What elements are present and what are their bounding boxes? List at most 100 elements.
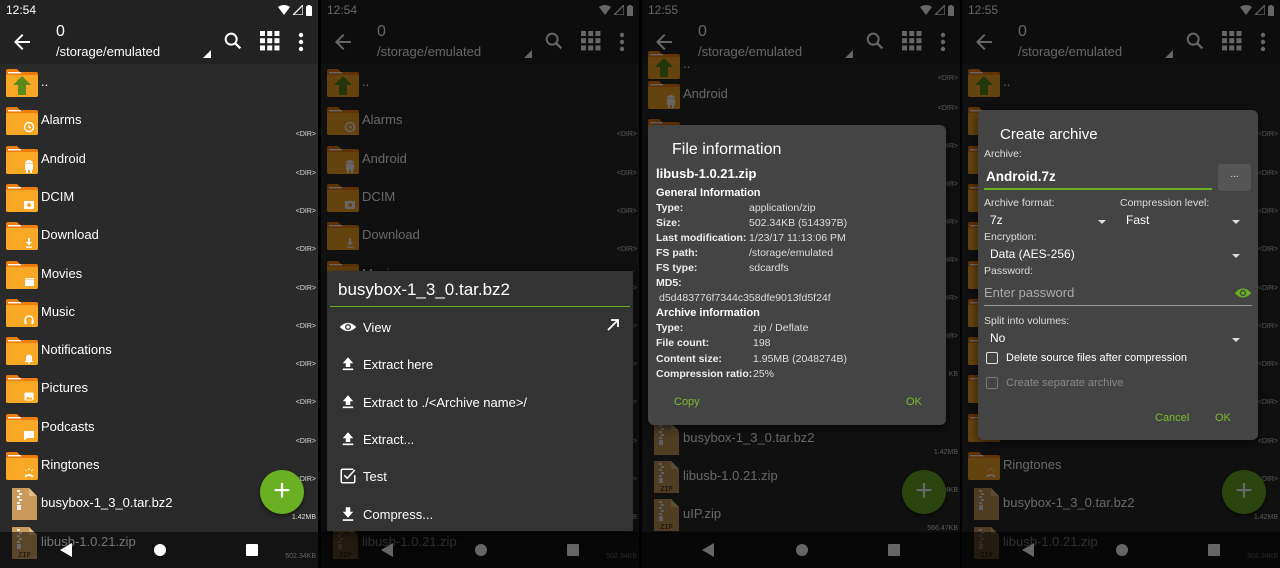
up-folder-icon [5, 68, 39, 98]
separate-archive-checkbox[interactable] [986, 377, 998, 389]
file-list-item[interactable]: Notifications <DIR> [0, 332, 318, 370]
separate-archive-label: Create separate archive [1006, 377, 1124, 389]
add-fab-button[interactable]: + [260, 470, 304, 514]
info-key: Type: [656, 322, 684, 334]
wifi-icon [278, 5, 290, 15]
archive-label: Archive: [984, 148, 1022, 160]
file-list-item[interactable]: .. [0, 64, 318, 102]
info-key: MD5: [656, 277, 682, 289]
extract-icon [339, 393, 357, 411]
path-dropdown-icon[interactable] [203, 50, 211, 58]
extract-icon [339, 355, 357, 373]
info-value: 1.95MB (2048274B) [753, 352, 847, 365]
show-password-eye-icon[interactable] [1234, 286, 1252, 305]
archive-format-select[interactable]: 7z [990, 213, 1106, 231]
selected-value: No [990, 331, 1006, 345]
nav-recents-icon[interactable] [246, 544, 258, 556]
selected-value: Data (AES-256) [990, 247, 1075, 261]
info-key: FS type: [656, 262, 698, 274]
info-value: 502.34KB (514397B) [749, 217, 848, 229]
delete-source-checkbox[interactable] [986, 352, 998, 364]
file-list-item[interactable]: DCIM <DIR> [0, 179, 318, 217]
plus-icon: + [273, 473, 291, 507]
folder-title: 0 [56, 23, 65, 40]
grid-view-icon[interactable] [260, 31, 280, 56]
info-value: application/zip [749, 202, 816, 214]
eye-icon [339, 318, 357, 336]
file-name: Alarms [41, 112, 82, 128]
file-name: Ringtones [41, 457, 100, 472]
menu-item-extract[interactable]: Extract... [327, 420, 633, 457]
password-label: Password: [984, 265, 1034, 277]
menu-item-extract-to-archive-name[interactable]: Extract to ./<Archive name>/ [327, 383, 633, 420]
path-subtitle[interactable]: /storage/emulated [56, 44, 160, 59]
file-list-item[interactable]: Download <DIR> [0, 217, 318, 255]
menu-item-test[interactable]: Test [327, 457, 633, 494]
password-field[interactable] [984, 282, 1252, 306]
file-meta: <DIR> [295, 361, 316, 369]
nav-back-icon[interactable] [60, 543, 72, 557]
dropdown-arrow-icon [1232, 254, 1240, 258]
search-icon[interactable] [222, 30, 244, 57]
copy-button[interactable]: Copy [674, 396, 700, 408]
info-key: Type: [656, 202, 684, 214]
file-name: Android [41, 150, 86, 166]
archive-name-input[interactable]: Android.7z [984, 166, 1212, 190]
compress-icon [339, 505, 357, 523]
md5-value: d5d483776f7344c358dfe9013fd5f24f [659, 292, 831, 304]
extract-icon [339, 430, 357, 448]
encryption-label: Encryption: [984, 231, 1037, 243]
info-key: Compression ratio: [656, 367, 753, 380]
cancel-button[interactable]: Cancel [1155, 412, 1189, 424]
picture-folder-icon [5, 374, 39, 404]
open-external-icon[interactable] [605, 317, 621, 338]
menu-item-label: Test [363, 469, 387, 484]
menu-item-extract-here[interactable]: Extract here [327, 345, 633, 382]
file-list-item[interactable]: Alarms <DIR> [0, 102, 318, 140]
file-meta: <DIR> [295, 399, 316, 407]
archive-info-heading: Archive information [656, 307, 760, 319]
file-name: Pictures [41, 380, 88, 396]
menu-item-label: Extract to ./<Archive name>/ [363, 395, 528, 410]
info-value: 25% [753, 367, 775, 380]
info-key: Content size: [656, 352, 722, 365]
file-name: Music [41, 303, 75, 319]
file-list-item[interactable]: Pictures <DIR> [0, 370, 318, 408]
camera-folder-icon [5, 183, 39, 213]
file-meta: <DIR> [295, 131, 316, 139]
alarm-folder-icon [5, 106, 39, 136]
file-list-item[interactable]: Android <DIR> [0, 141, 318, 179]
podcast-folder-icon [5, 413, 39, 443]
back-arrow-icon[interactable] [10, 30, 34, 54]
signal-icon [293, 5, 303, 15]
menu-item-view[interactable]: View [327, 308, 633, 345]
compression-level-select[interactable]: Fast [1126, 213, 1240, 231]
screen-create-archive: 12:550/storage/emulated..Alarms<DIR>Andr… [962, 0, 1280, 568]
info-value: zip / Deflate [753, 322, 809, 334]
file-meta: 1.42MB [291, 514, 316, 522]
file-list-item[interactable]: Movies <DIR> [0, 256, 318, 294]
split-volumes-select[interactable]: No [990, 331, 1240, 349]
menu-item-compress[interactable]: Compress... [327, 495, 633, 532]
delete-source-label[interactable]: Delete source files after compression [1006, 352, 1187, 364]
ok-button[interactable]: OK [906, 396, 922, 408]
ok-button[interactable]: OK [1215, 412, 1231, 424]
file-name: .. [41, 74, 49, 89]
android-folder-icon [5, 145, 39, 175]
browse-button[interactable]: ... [1218, 164, 1251, 191]
password-input[interactable] [984, 285, 1224, 300]
split-volumes-label: Split into volumes: [984, 315, 1070, 327]
file-meta: <DIR> [295, 169, 316, 177]
more-options-icon[interactable] [296, 30, 306, 59]
system-nav-bar [0, 532, 318, 568]
bell-folder-icon [5, 336, 39, 366]
info-value: /storage/emulated [749, 247, 834, 259]
nav-home-icon[interactable] [154, 544, 166, 556]
file-list-item[interactable]: Music <DIR> [0, 294, 318, 332]
menu-item-label: Extract... [363, 432, 415, 447]
file-meta: <DIR> [295, 207, 316, 215]
ringtone-folder-icon [5, 451, 39, 481]
file-name-heading: libusb-1.0.21.zip [656, 166, 757, 181]
encryption-select[interactable]: Data (AES-256) [990, 247, 1240, 265]
file-list-item[interactable]: Podcasts <DIR> [0, 409, 318, 447]
